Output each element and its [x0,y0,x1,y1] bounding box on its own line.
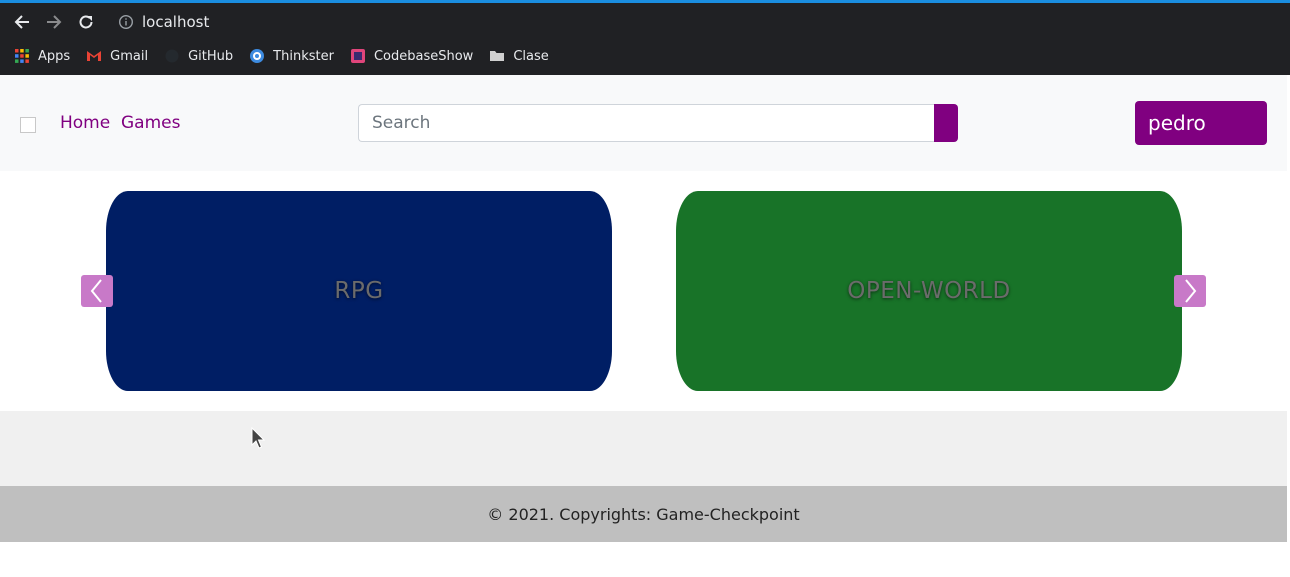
loading-bar [0,0,1290,3]
carousel-card-open-world[interactable]: OPEN-WORLD [676,191,1182,391]
reload-button[interactable] [75,11,97,33]
bookmark-apps[interactable]: Apps [14,48,70,64]
thinkster-icon [250,49,265,63]
bookmark-label: GitHub [188,48,234,64]
search-button[interactable] [934,104,958,142]
bookmark-github[interactable]: GitHub [164,48,233,64]
content-band [0,411,1287,486]
info-icon[interactable] [118,14,134,30]
apps-grid-icon [15,49,29,63]
forward-arrow-icon [47,15,62,29]
carousel-prev-button[interactable] [81,275,113,307]
address-bar[interactable]: localhost [142,13,209,31]
bookmarks-bar: Apps Gmail GitHub Thinkster CodebaseShow [14,46,565,66]
bookmark-label: Thinkster [273,48,334,64]
carousel-card-rpg[interactable]: RPG [106,191,612,391]
folder-icon [490,51,505,61]
browser-chrome: localhost Apps Gmail GitHub Thinkster Co… [0,0,1290,75]
carousel-next-button[interactable] [1174,275,1206,307]
bookmark-gmail[interactable]: Gmail [86,48,148,64]
card-label: RPG [334,278,384,304]
nav-link-home[interactable]: Home [60,113,110,133]
github-icon [165,49,179,63]
bookmark-codebaseshow[interactable]: CodebaseShow [350,48,473,64]
footer-copyright: © 2021. Copyrights: Game-Checkpoint [487,504,800,524]
search-input[interactable] [358,104,934,142]
mouse-cursor-icon [251,427,265,449]
broken-logo-image[interactable] [20,117,36,133]
nav-link-games[interactable]: Games [121,113,180,133]
chevron-right-icon [1185,279,1197,303]
back-arrow-icon [14,15,29,29]
bookmark-clase[interactable]: Clase [489,48,549,64]
bookmark-label: Gmail [110,48,149,64]
forward-button[interactable] [43,11,65,33]
chevron-left-icon [90,279,102,303]
bookmark-label: Apps [38,48,71,64]
card-label: OPEN-WORLD [847,278,1011,304]
gmail-icon [87,51,102,61]
bookmark-label: CodebaseShow [373,48,474,64]
bookmark-label: Clase [513,48,549,64]
codebaseshow-icon [350,49,365,63]
reload-icon [79,15,93,29]
bookmark-thinkster[interactable]: Thinkster [249,48,334,64]
user-menu-button[interactable]: pedro [1135,101,1267,145]
footer: © 2021. Copyrights: Game-Checkpoint [0,486,1287,542]
back-button[interactable] [11,11,33,33]
